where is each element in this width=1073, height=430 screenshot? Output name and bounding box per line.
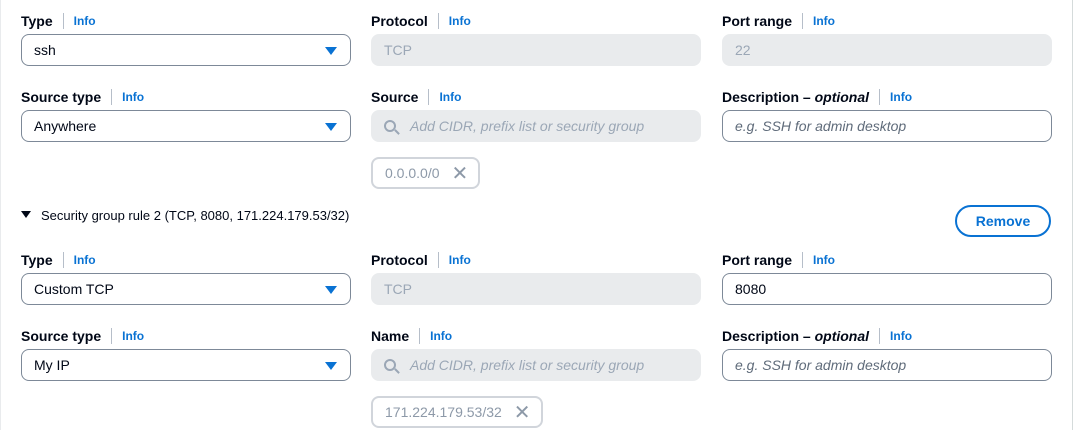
close-icon[interactable]: ✕: [514, 402, 531, 422]
type-select[interactable]: Custom TCP: [21, 273, 351, 305]
rule1-source-type-field: Source type Info Anywhere: [21, 87, 352, 142]
description-label: Description – optional: [722, 328, 869, 344]
panel-left-border: [0, 0, 1, 430]
source-type-value: Anywhere: [34, 118, 97, 134]
port-range-label: Port range: [722, 252, 793, 268]
source-label: Source: [371, 89, 419, 105]
port-range-value: 8080: [735, 281, 767, 297]
protocol-info-link[interactable]: Info: [449, 253, 471, 267]
protocol-label: Protocol: [371, 252, 428, 268]
rule2-description-field: Description – optional Info e.g. SSH for…: [722, 326, 1053, 381]
close-icon[interactable]: ✕: [452, 163, 469, 183]
type-label: Type: [21, 252, 53, 268]
source-token-label: 0.0.0.0/0: [385, 165, 440, 181]
source-type-info-link[interactable]: Info: [122, 329, 144, 343]
type-label: Type: [21, 13, 53, 29]
protocol-value: TCP: [384, 281, 412, 297]
description-label: Description – optional: [722, 89, 869, 105]
divider: [111, 328, 113, 344]
port-range-input: 22: [722, 34, 1052, 66]
description-label-optional: optional: [814, 328, 870, 344]
rule1-type-field: Type Info ssh: [21, 11, 352, 66]
description-info-link[interactable]: Info: [890, 329, 912, 343]
rule2-protocol-field: Protocol Info TCP: [371, 250, 702, 305]
divider: [419, 328, 421, 344]
source-info-link[interactable]: Info: [439, 90, 461, 104]
rule2-type-field: Type Info Custom TCP: [21, 250, 352, 305]
rule1-port-range-field: Port range Info 22: [722, 11, 1053, 66]
source-type-info-link[interactable]: Info: [122, 90, 144, 104]
source-placeholder: Add CIDR, prefix list or security group: [410, 357, 645, 373]
search-icon: [384, 120, 396, 132]
description-label-optional: optional: [814, 89, 870, 105]
caret-down-icon: [325, 47, 337, 55]
caret-down-icon: [325, 362, 337, 370]
divider: [879, 89, 881, 105]
protocol-info-link[interactable]: Info: [449, 14, 471, 28]
source-type-value: My IP: [34, 357, 70, 373]
port-range-info-link[interactable]: Info: [813, 14, 835, 28]
protocol-label: Protocol: [371, 13, 428, 29]
type-select[interactable]: ssh: [21, 34, 351, 66]
divider: [428, 89, 430, 105]
caret-down-icon: [325, 123, 337, 131]
description-label-main: Description –: [722, 328, 815, 344]
source-token: 171.224.179.53/32 ✕: [371, 396, 543, 428]
rule1-protocol-field: Protocol Info TCP: [371, 11, 702, 66]
description-info-link[interactable]: Info: [890, 90, 912, 104]
port-range-value: 22: [735, 42, 751, 58]
port-range-info-link[interactable]: Info: [813, 253, 835, 267]
source-placeholder: Add CIDR, prefix list or security group: [410, 118, 645, 134]
source-token: 0.0.0.0/0 ✕: [371, 157, 481, 189]
divider: [437, 252, 439, 268]
rule1-source-field: Source Info Add CIDR, prefix list or sec…: [371, 87, 702, 189]
protocol-input: TCP: [371, 273, 701, 305]
divider: [111, 89, 113, 105]
type-select-value: ssh: [34, 42, 56, 58]
description-input[interactable]: e.g. SSH for admin desktop: [722, 110, 1052, 142]
rule2-expand-header[interactable]: Security group rule 2 (TCP, 8080, 171.22…: [21, 208, 349, 223]
protocol-value: TCP: [384, 42, 412, 58]
description-placeholder: e.g. SSH for admin desktop: [735, 357, 907, 373]
rule2-header-text: Security group rule 2 (TCP, 8080, 171.22…: [41, 208, 350, 223]
search-icon: [384, 359, 396, 371]
description-input[interactable]: e.g. SSH for admin desktop: [722, 349, 1052, 381]
port-range-input[interactable]: 8080: [722, 273, 1052, 305]
source-type-select[interactable]: Anywhere: [21, 110, 351, 142]
type-select-value: Custom TCP: [34, 281, 114, 297]
remove-rule-button[interactable]: Remove: [955, 205, 1051, 237]
rule1-description-field: Description – optional Info e.g. SSH for…: [722, 87, 1053, 142]
type-info-link[interactable]: Info: [74, 253, 96, 267]
rule2-source-field: Name Info Add CIDR, prefix list or secur…: [371, 326, 702, 428]
divider: [62, 252, 64, 268]
caret-down-icon: [325, 286, 337, 294]
source-search-input: Add CIDR, prefix list or security group: [371, 110, 701, 142]
port-range-label: Port range: [722, 13, 793, 29]
source-label: Name: [371, 328, 410, 344]
source-search-input: Add CIDR, prefix list or security group: [371, 349, 701, 381]
source-type-select[interactable]: My IP: [21, 349, 351, 381]
source-type-label: Source type: [21, 89, 102, 105]
divider: [437, 13, 439, 29]
rule2-source-type-field: Source type Info My IP: [21, 326, 352, 381]
source-token-label: 171.224.179.53/32: [385, 404, 502, 420]
divider: [802, 252, 804, 268]
type-info-link[interactable]: Info: [74, 14, 96, 28]
source-info-link[interactable]: Info: [430, 329, 452, 343]
source-type-label: Source type: [21, 328, 102, 344]
protocol-input: TCP: [371, 34, 701, 66]
divider: [62, 13, 64, 29]
description-label-main: Description –: [722, 89, 815, 105]
divider: [879, 328, 881, 344]
rule2-port-range-field: Port range Info 8080: [722, 250, 1053, 305]
triangle-down-icon: [21, 211, 31, 218]
description-placeholder: e.g. SSH for admin desktop: [735, 118, 907, 134]
divider: [802, 13, 804, 29]
